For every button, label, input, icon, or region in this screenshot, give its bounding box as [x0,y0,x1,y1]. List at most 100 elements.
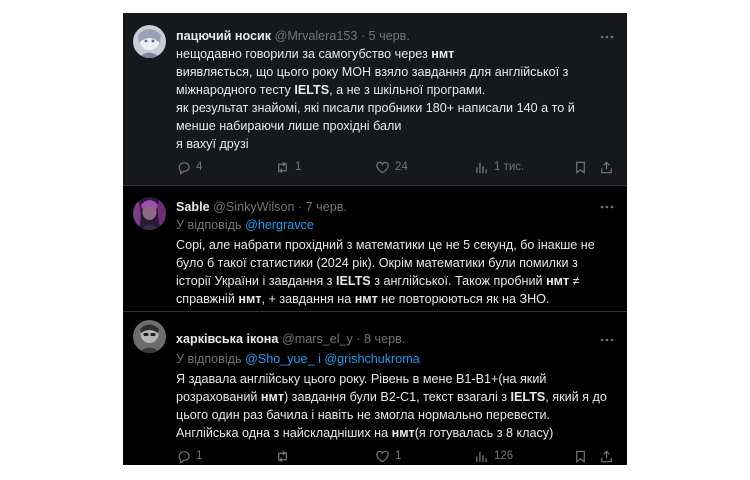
text-segment: менше набираючи лише прохідні бали [176,119,402,133]
text-line: як результат знайомі, які писали пробник… [176,99,616,117]
text-line: Сорі, але набрати прохідний з математики… [176,236,616,254]
bold-keyword: IELTS [294,83,330,97]
tweet-text: нещодавно говорили за самогубство через … [176,45,616,153]
text-segment: розрахований [176,390,261,404]
user-handle[interactable]: @mars_el_y [282,332,353,346]
display-name[interactable]: харківська ікона [176,332,278,346]
bookmark-icon [573,449,588,464]
text-line: Я здавала англійську цього року. Рівень … [176,370,616,388]
text-line: розрахований нмт) завдання були B2-C1, т… [176,388,616,406]
text-segment: , а не з шкільної програми. [329,83,486,97]
text-line: цього один раз бачила і навіть не змогла… [176,406,616,424]
more-options-icon[interactable] [599,200,615,212]
more-options-icon[interactable] [599,30,615,42]
share-button[interactable] [599,448,614,464]
display-name[interactable]: Sable [176,200,210,214]
repost-icon [275,160,290,175]
share-icon [599,449,614,464]
text-segment: було б такої статистики (2024 рік). Окрі… [176,256,578,270]
text-line: Англійська одна з найскладніших на нмт(я… [176,424,616,442]
text-segment: (я готувалась з 8 класу) [414,426,554,440]
reply-thread: пацючий носик @Mrvalera153 · 5 черв. нещ… [123,13,627,465]
bookmark-button[interactable] [573,448,588,464]
views-button[interactable]: 1 тис. [474,159,524,175]
replying-to-label: У відповідь [176,352,246,366]
share-icon [599,160,614,175]
reply-count: 1 [196,450,203,462]
more-options-icon[interactable] [599,333,615,345]
bold-keyword: нмт [238,292,262,306]
text-line: менше набираючи лише прохідні бали [176,117,616,135]
tweet[interactable]: пацючий носик @Mrvalera153 · 5 черв. нещ… [123,13,627,185]
tweet-text: Я здавала англійську цього року. Рівень … [176,370,616,442]
bookmark-button[interactable] [573,159,588,175]
replying-to-link[interactable]: @hergravce [245,218,314,232]
like-count: 1 [395,450,402,462]
bold-keyword: нмт [431,47,455,61]
text-line: було б такої статистики (2024 рік). Окрі… [176,254,616,272]
tweet-header: пацючий носик @Mrvalera153 · 5 черв. [176,27,410,45]
reply-count: 4 [196,161,203,173]
text-segment: я вахуї друзі [176,137,249,151]
bold-keyword: нмт [391,426,415,440]
text-segment: ≠ [569,274,580,288]
tweet[interactable]: харківська ікона @mars_el_y · 8 черв. У … [123,311,627,465]
text-line: виявляється, що цього року МОН взяло зав… [176,63,616,81]
tweet-text: Сорі, але набрати прохідний з математики… [176,236,616,308]
reply-icon [176,449,191,464]
text-segment: Сорі, але набрати прохідний з математики… [176,238,595,252]
text-segment: історії України і завдання з [176,274,336,288]
text-segment: з англійської. Також пробний [370,274,547,288]
text-segment: як результат знайомі, які писали пробник… [176,101,575,115]
bold-keyword: нмт [354,292,378,306]
text-segment: Англійська одна з найскладніших на [176,426,392,440]
text-segment: цього один раз бачила і навіть не змогла… [176,408,551,422]
bookmark-icon [573,160,588,175]
views-button[interactable]: 126 [474,448,513,464]
repost-button[interactable]: 1 [275,159,301,175]
views-icon [474,160,489,175]
replying-to: У відповідь @hergravce [176,216,314,234]
repost-button[interactable] [275,448,290,464]
text-line: я вахуї друзі [176,135,616,153]
reply-button[interactable]: 1 [176,448,202,464]
bold-keyword: IELTS [335,274,371,288]
avatar[interactable] [133,197,166,230]
text-segment: міжнародного тесту [176,83,295,97]
text-segment: нещодавно говорили за самогубство через [176,47,432,61]
reply-icon [176,160,191,175]
post-date[interactable]: · 5 черв. [361,29,410,43]
bold-keyword: нмт [260,390,284,404]
display-name[interactable]: пацючий носик [176,29,271,43]
like-count: 24 [395,161,408,173]
tweet[interactable]: Sable @SinkyWilson · 7 черв. У відповідь… [123,185,627,311]
tweet-header: Sable @SinkyWilson · 7 черв. [176,198,347,216]
reply-button[interactable]: 4 [176,159,202,175]
tweet-header: харківська ікона @mars_el_y · 8 черв. [176,330,405,348]
text-line: міжнародного тесту IELTS, а не з шкільно… [176,81,616,99]
post-date[interactable]: · 7 черв. [298,200,347,214]
text-line: історії України і завдання з IELTS з анг… [176,272,616,290]
like-button[interactable]: 1 [375,448,401,464]
post-date[interactable]: · 8 черв. [356,332,405,346]
views-icon [474,449,489,464]
view-count: 1 тис. [494,161,525,173]
replying-to-link[interactable]: @Sho_yue_ i @grishchukroma [245,352,420,366]
text-segment: не повторюються як на ЗНО. [377,292,550,306]
user-handle[interactable]: @Mrvalera153 [275,29,358,43]
replying-to-label: У відповідь [176,218,246,232]
text-segment: , + завдання на [261,292,355,306]
heart-icon [375,449,390,464]
share-button[interactable] [599,159,614,175]
avatar[interactable] [133,25,166,58]
avatar[interactable] [133,320,166,353]
like-button[interactable]: 24 [375,159,408,175]
bold-keyword: IELTS [510,390,546,404]
text-segment: Я здавала англійську цього року. Рівень … [176,372,547,386]
repost-icon [275,449,290,464]
heart-icon [375,160,390,175]
replying-to: У відповідь @Sho_yue_ i @grishchukroma [176,350,420,368]
text-segment: ) завдання були B2-C1, текст взагалі з [283,390,511,404]
user-handle[interactable]: @SinkyWilson [213,200,294,214]
text-line: справжній нмт, + завдання на нмт не повт… [176,290,616,308]
